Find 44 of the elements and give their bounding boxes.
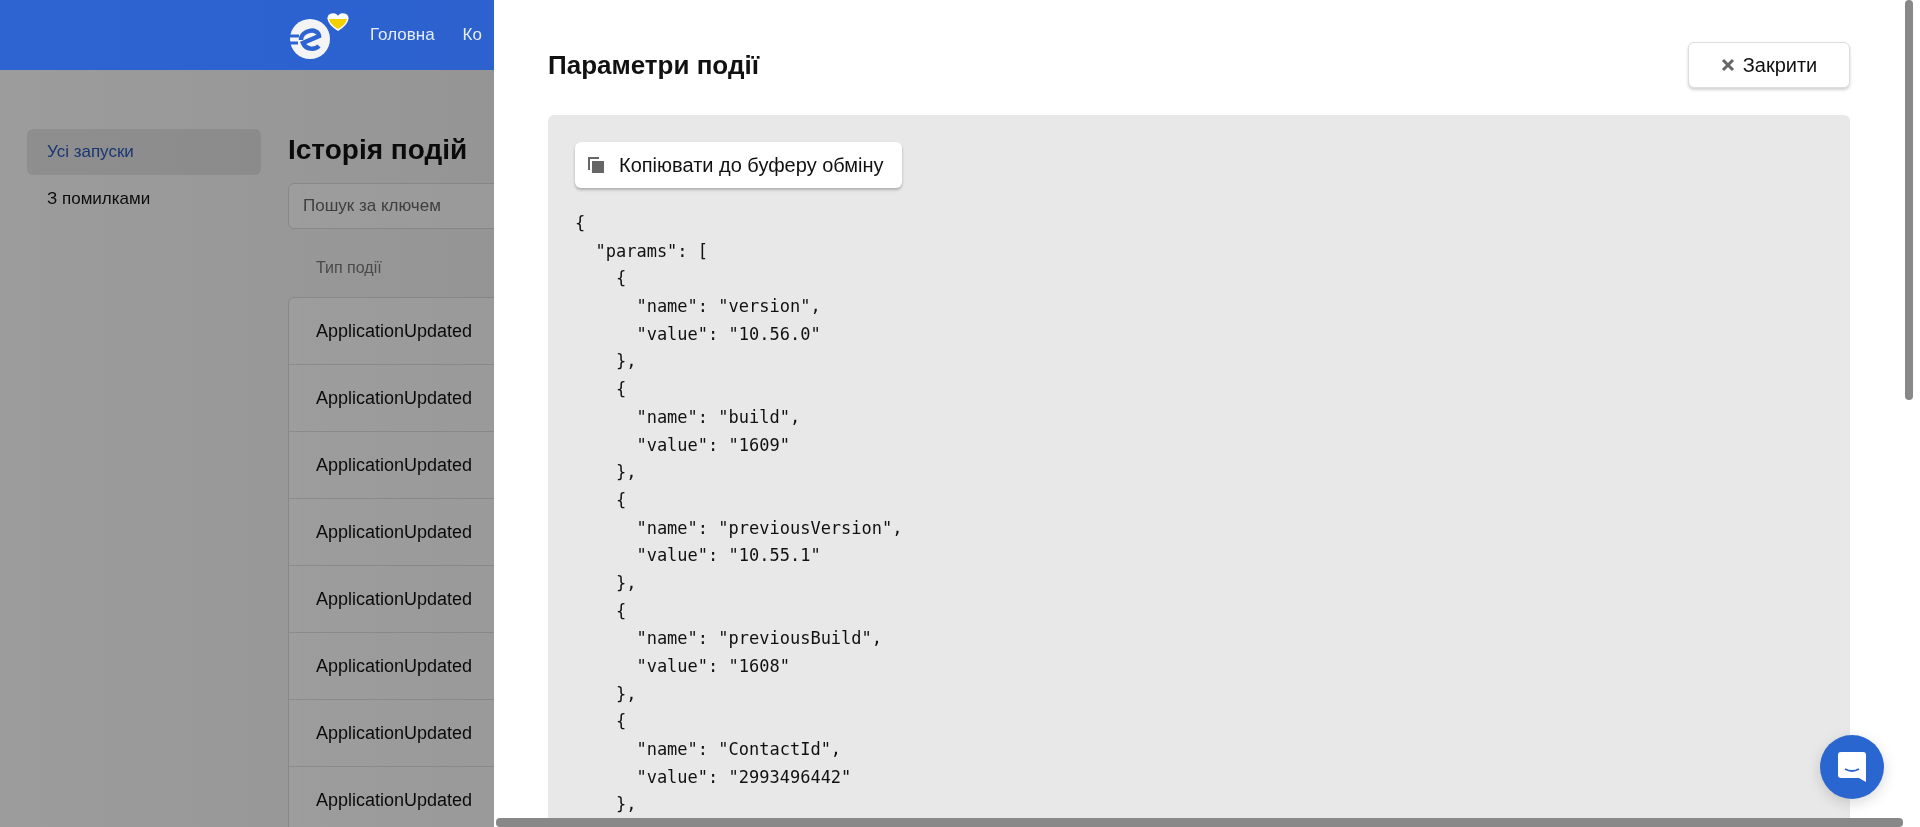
code-line: { [614, 599, 627, 623]
code-line: "value": "2993496442" [635, 765, 852, 789]
code-line: { [614, 267, 627, 291]
copy-icon [587, 156, 605, 174]
table-cell: ApplicationUpdated [316, 722, 473, 744]
code-line: "params": [ [594, 239, 709, 263]
code-line: { [575, 212, 586, 235]
code-line: }, [614, 571, 637, 595]
column-header: Тип події [316, 259, 382, 277]
copy-button[interactable]: Копіювати до буферу обміну [575, 142, 902, 188]
code-line: "value": "1608" [635, 655, 790, 678]
table-cell: ApplicationUpdated [316, 655, 473, 677]
sidebar-item[interactable]: Усі запуски [27, 129, 261, 175]
table-cell: ApplicationUpdated [316, 588, 473, 610]
code-line: }, [614, 350, 637, 374]
table-cell: ApplicationUpdated [316, 387, 473, 409]
table-cell: ApplicationUpdated [316, 521, 473, 543]
chat-icon [1838, 752, 1866, 782]
page-title: Історія подій [288, 135, 468, 165]
code-line: "value": "1609" [635, 433, 790, 457]
table-cell: ApplicationUpdated [316, 789, 473, 811]
code-line: "name": "previousVersion", [635, 516, 903, 540]
close-icon [1720, 58, 1735, 72]
scrollbar-thumb[interactable] [496, 818, 1903, 827]
code-line: "name": "ContactId", [635, 738, 842, 762]
code-line: "name": "previousBuild", [635, 627, 883, 651]
code-line: { [614, 488, 627, 512]
drawer-title: Параметри події [548, 49, 759, 81]
code-line: { [614, 378, 627, 402]
table-cell: ApplicationUpdated [316, 454, 473, 476]
code-line: "name": "version", [635, 295, 821, 319]
code-line: }, [614, 682, 637, 706]
code-line: }, [614, 461, 637, 485]
code-line: { [614, 710, 627, 734]
code-line: "value": "10.56.0" [635, 322, 821, 346]
sidebar-item[interactable]: З помилками [27, 176, 261, 222]
table-cell: ApplicationUpdated [316, 320, 473, 342]
code-line: "name": "build", [635, 405, 801, 429]
close-button[interactable]: Закрити [1688, 42, 1850, 88]
nav-link[interactable]: Ко [462, 25, 482, 45]
nav-link[interactable]: Головна [370, 25, 435, 45]
code-line: }, [614, 793, 637, 817]
code-line: "value": "10.55.1" [635, 544, 821, 568]
scrollbar-thumb[interactable] [1905, 0, 1913, 400]
